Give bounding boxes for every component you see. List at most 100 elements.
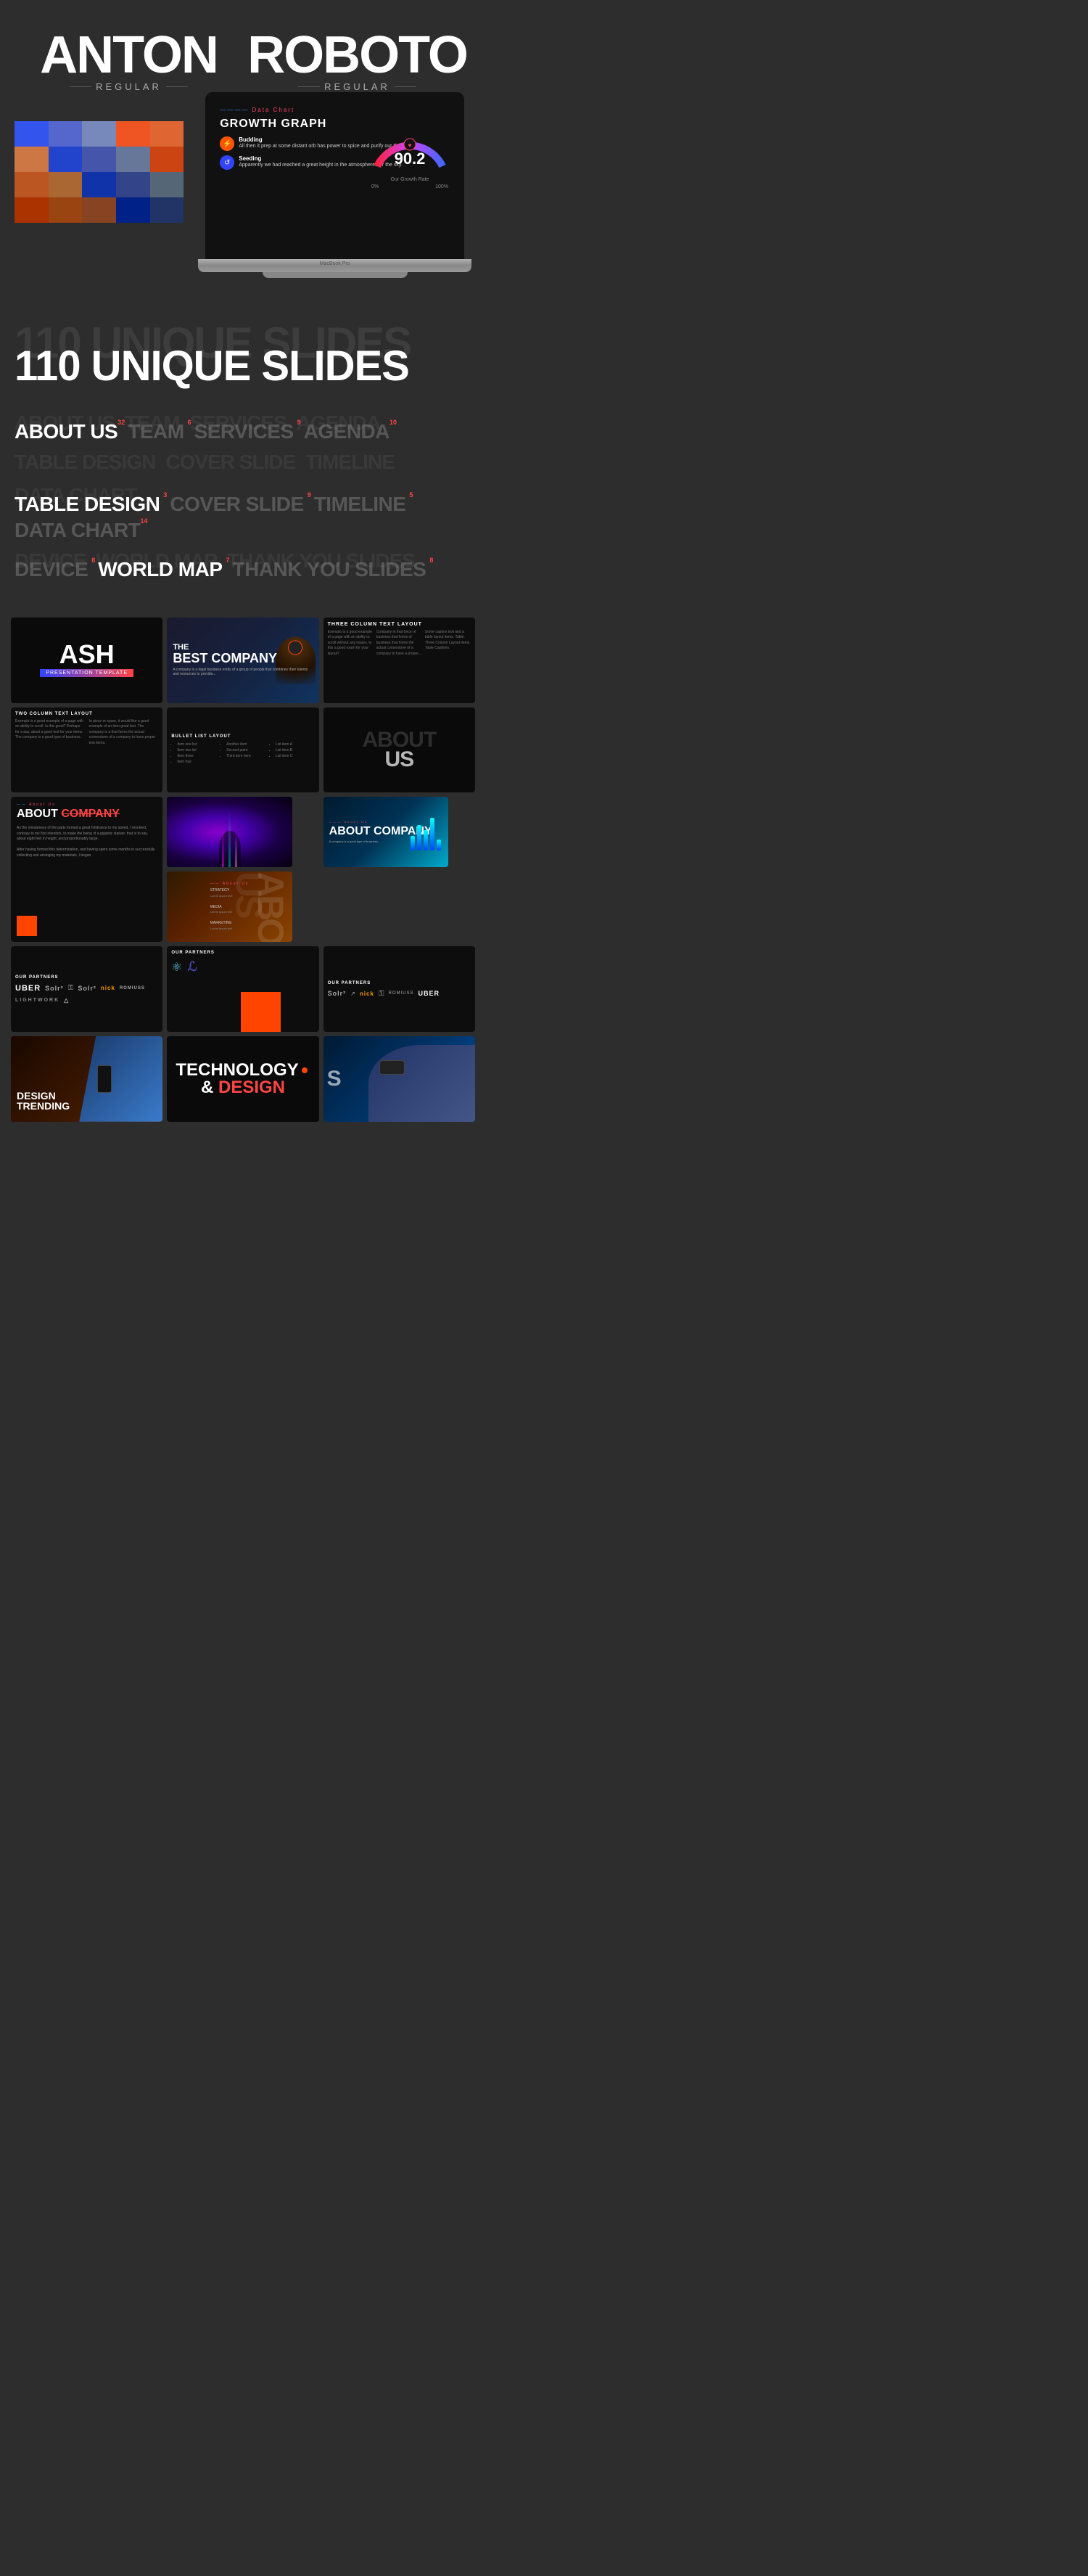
best-content: THEBEST COMPANY A company is a legal bus… (167, 638, 318, 682)
beam1 (222, 825, 224, 867)
2col-content: Exemplo is a good example of a page with… (15, 719, 158, 789)
hero-section: 110 UNIQUE SLIDES 110 UNIQUE SLIDES (0, 300, 486, 397)
cat-name-datachart: DATA CHART (15, 519, 140, 541)
cat-services: SERVICES 9 (194, 420, 294, 443)
cat-count-coverslide: 9 (308, 491, 311, 499)
grid-row-2: TWO COLUMN TEXT LAYOUT Exemplo is a good… (11, 707, 475, 793)
color-cell (150, 121, 184, 147)
aboutus-us: US (384, 747, 413, 771)
3col-content: Exemplo is a good example of a page with… (328, 630, 471, 699)
cat-tabledesign: TABLE DESIGN 3 (15, 493, 160, 516)
label-bar-red: About Us (29, 803, 56, 807)
grid-row-1: ASH PRESENTATION TEMPLATE THEBEST COMPAN… (11, 618, 475, 703)
solr2-logo: Solr² (78, 985, 96, 992)
color-palette (15, 121, 184, 223)
cat-team: TEAM 6 (128, 420, 184, 443)
cat-count-datachart: 14 (140, 517, 147, 525)
bullet-title: BULLET LIST LAYOUT (171, 734, 231, 739)
3col-title: THREE COLUMN TEXT LAYOUT (328, 622, 422, 627)
categories-section: ABOUT US TEAM SERVICES AGENDA ABOUT US 3… (0, 397, 486, 610)
tech-dot (302, 1067, 308, 1073)
color-cell (116, 172, 150, 197)
slide-2col: TWO COLUMN TEXT LAYOUT Exemplo is a good… (11, 707, 162, 793)
tech-title-row: TECHNOLOGY (176, 1062, 310, 1079)
3col-col1: Exemplo is a good example of a page with… (328, 630, 374, 699)
media-text: Lorem ipsum text (210, 910, 233, 914)
tech-subtitle: & DESIGN (201, 1079, 285, 1096)
bar3 (424, 830, 428, 850)
gauge-min: 0% (371, 184, 379, 189)
partners1-title: OUR PARTNERS (15, 975, 59, 980)
cat-name-tabledesign: TABLE DESIGN (15, 493, 160, 515)
p3-uber: UBER (419, 990, 440, 997)
slide-aboutcomp-tall: —— About Us ABOUT COMPANY As the minuten… (11, 797, 162, 942)
2col-right: In piece or spare, it would like a good … (89, 719, 159, 789)
cat-row-3: DEVICE 8 WORLD MAP 7 THANK YOU SLIDES 8 (15, 558, 471, 584)
divider-left2 (298, 86, 320, 87)
laptop-model: MacBook Pro (198, 259, 471, 266)
budding-icon: ⚡ (220, 136, 234, 151)
slide-bullet: BULLET LIST LAYOUT Item one list Item tw… (167, 707, 318, 793)
font-roboto: ROBOTO REGULAR (243, 29, 471, 92)
cat-agenda: AGENDA 10 (304, 420, 390, 443)
label-bar-blue: —— (17, 803, 27, 807)
partners2-orange (241, 992, 281, 1032)
color-cell (116, 147, 150, 172)
color-cell (116, 121, 150, 147)
cat-count-thankyou: 8 (429, 557, 433, 564)
aboutcomp2-text: A company is a good type of business... (329, 840, 381, 844)
color-cell (15, 172, 49, 197)
cat-worldmap: WORLD MAP 7 (98, 558, 222, 581)
bar4 (430, 818, 434, 850)
cat-count-services: 9 (297, 419, 301, 426)
bullet-content: Item one list Item two list Item three I… (171, 742, 314, 765)
color-cell (15, 121, 49, 147)
cat-name-agenda: AGENDA (304, 420, 390, 443)
font-name-roboto: ROBOTO (243, 29, 471, 81)
color-cell (82, 121, 116, 147)
slide-purple (167, 797, 292, 867)
growth-gauge: ♥ 90.2 Our Growth Rate 0% 100% (370, 115, 450, 195)
bar5 (437, 840, 441, 850)
cat-row-1: ABOUT US 32 TEAM 6 SERVICES 9 AGENDA 10 (15, 420, 471, 446)
cat-name-aboutus: ABOUT US (15, 420, 118, 443)
aboutcomp-tall-text: As the minuteness of the parts formed a … (17, 826, 157, 858)
cat-bg-timeline: TIMELINE (305, 451, 395, 474)
hero-main-text: 110 UNIQUE SLIDES (15, 343, 471, 390)
cat-count-agenda: 10 (390, 419, 397, 426)
laptop-stand (263, 272, 408, 278)
partners2-title: OUR PARTNERS (171, 951, 314, 955)
cat-name-timeline: TIMELINE (314, 493, 406, 515)
slide-content: ———— Data Chart GROWTH GRAPH ⚡ Budding A… (214, 101, 456, 250)
partner-delta-logo: △ (64, 997, 69, 1004)
phone-mockup (97, 1065, 112, 1093)
partners3-title: OUR PARTNERS (328, 981, 371, 985)
slide-aboutus2: ABOUT US —— About Us STRATEGY Lorem ipsu… (167, 871, 292, 942)
p3-romiuss: ROMIUSS (389, 991, 414, 996)
design-text: DESIGN (218, 1078, 285, 1097)
cat-name-team: TEAM (128, 420, 184, 443)
2col-title: TWO COLUMN TEXT LAYOUT (15, 712, 93, 716)
font-name-anton: ANTON (15, 29, 243, 81)
cat-coverslide: COVER SLIDE 9 (170, 493, 303, 516)
uber-logo: UBER (15, 984, 41, 993)
gauge-label: Our Growth Rate (370, 177, 450, 182)
partners1-logos: UBER Solr² ⚿ Solr² nick ROMIUSS LIGHTWOR… (15, 984, 158, 1004)
vr-person (368, 1045, 475, 1122)
aboutus2-left: —— About Us STRATEGY Lorem ipsum text ME… (206, 877, 254, 936)
gauge-max: 100% (435, 184, 448, 189)
color-cell (49, 197, 83, 223)
cat-name-services: SERVICES (194, 420, 294, 443)
cat-name-worldmap: WORLD MAP (98, 558, 222, 581)
slide-partners1: OUR PARTNERS UBER Solr² ⚿ Solr² nick ROM… (11, 946, 162, 1032)
slide-aboutus: ABOUTUS (323, 707, 475, 793)
tech-title: TECHNOLOGY (176, 1062, 298, 1079)
font-style-anton: REGULAR (96, 81, 162, 92)
light-beams (167, 797, 292, 867)
partners3-logos: Solr² ↗ nick ⚿ ROMIUSS UBER (328, 990, 440, 998)
bullet-col3: List item A List item B List item C (270, 742, 315, 765)
aboutcomp-tall-title: ABOUT COMPANY (17, 808, 157, 820)
aboutus2-items: STRATEGY Lorem ipsum text MEDIA Lorem ip… (210, 888, 250, 932)
slide-partners2: OUR PARTNERS ⚛ ℒ (167, 946, 318, 1032)
label-line: ———— (220, 107, 249, 113)
